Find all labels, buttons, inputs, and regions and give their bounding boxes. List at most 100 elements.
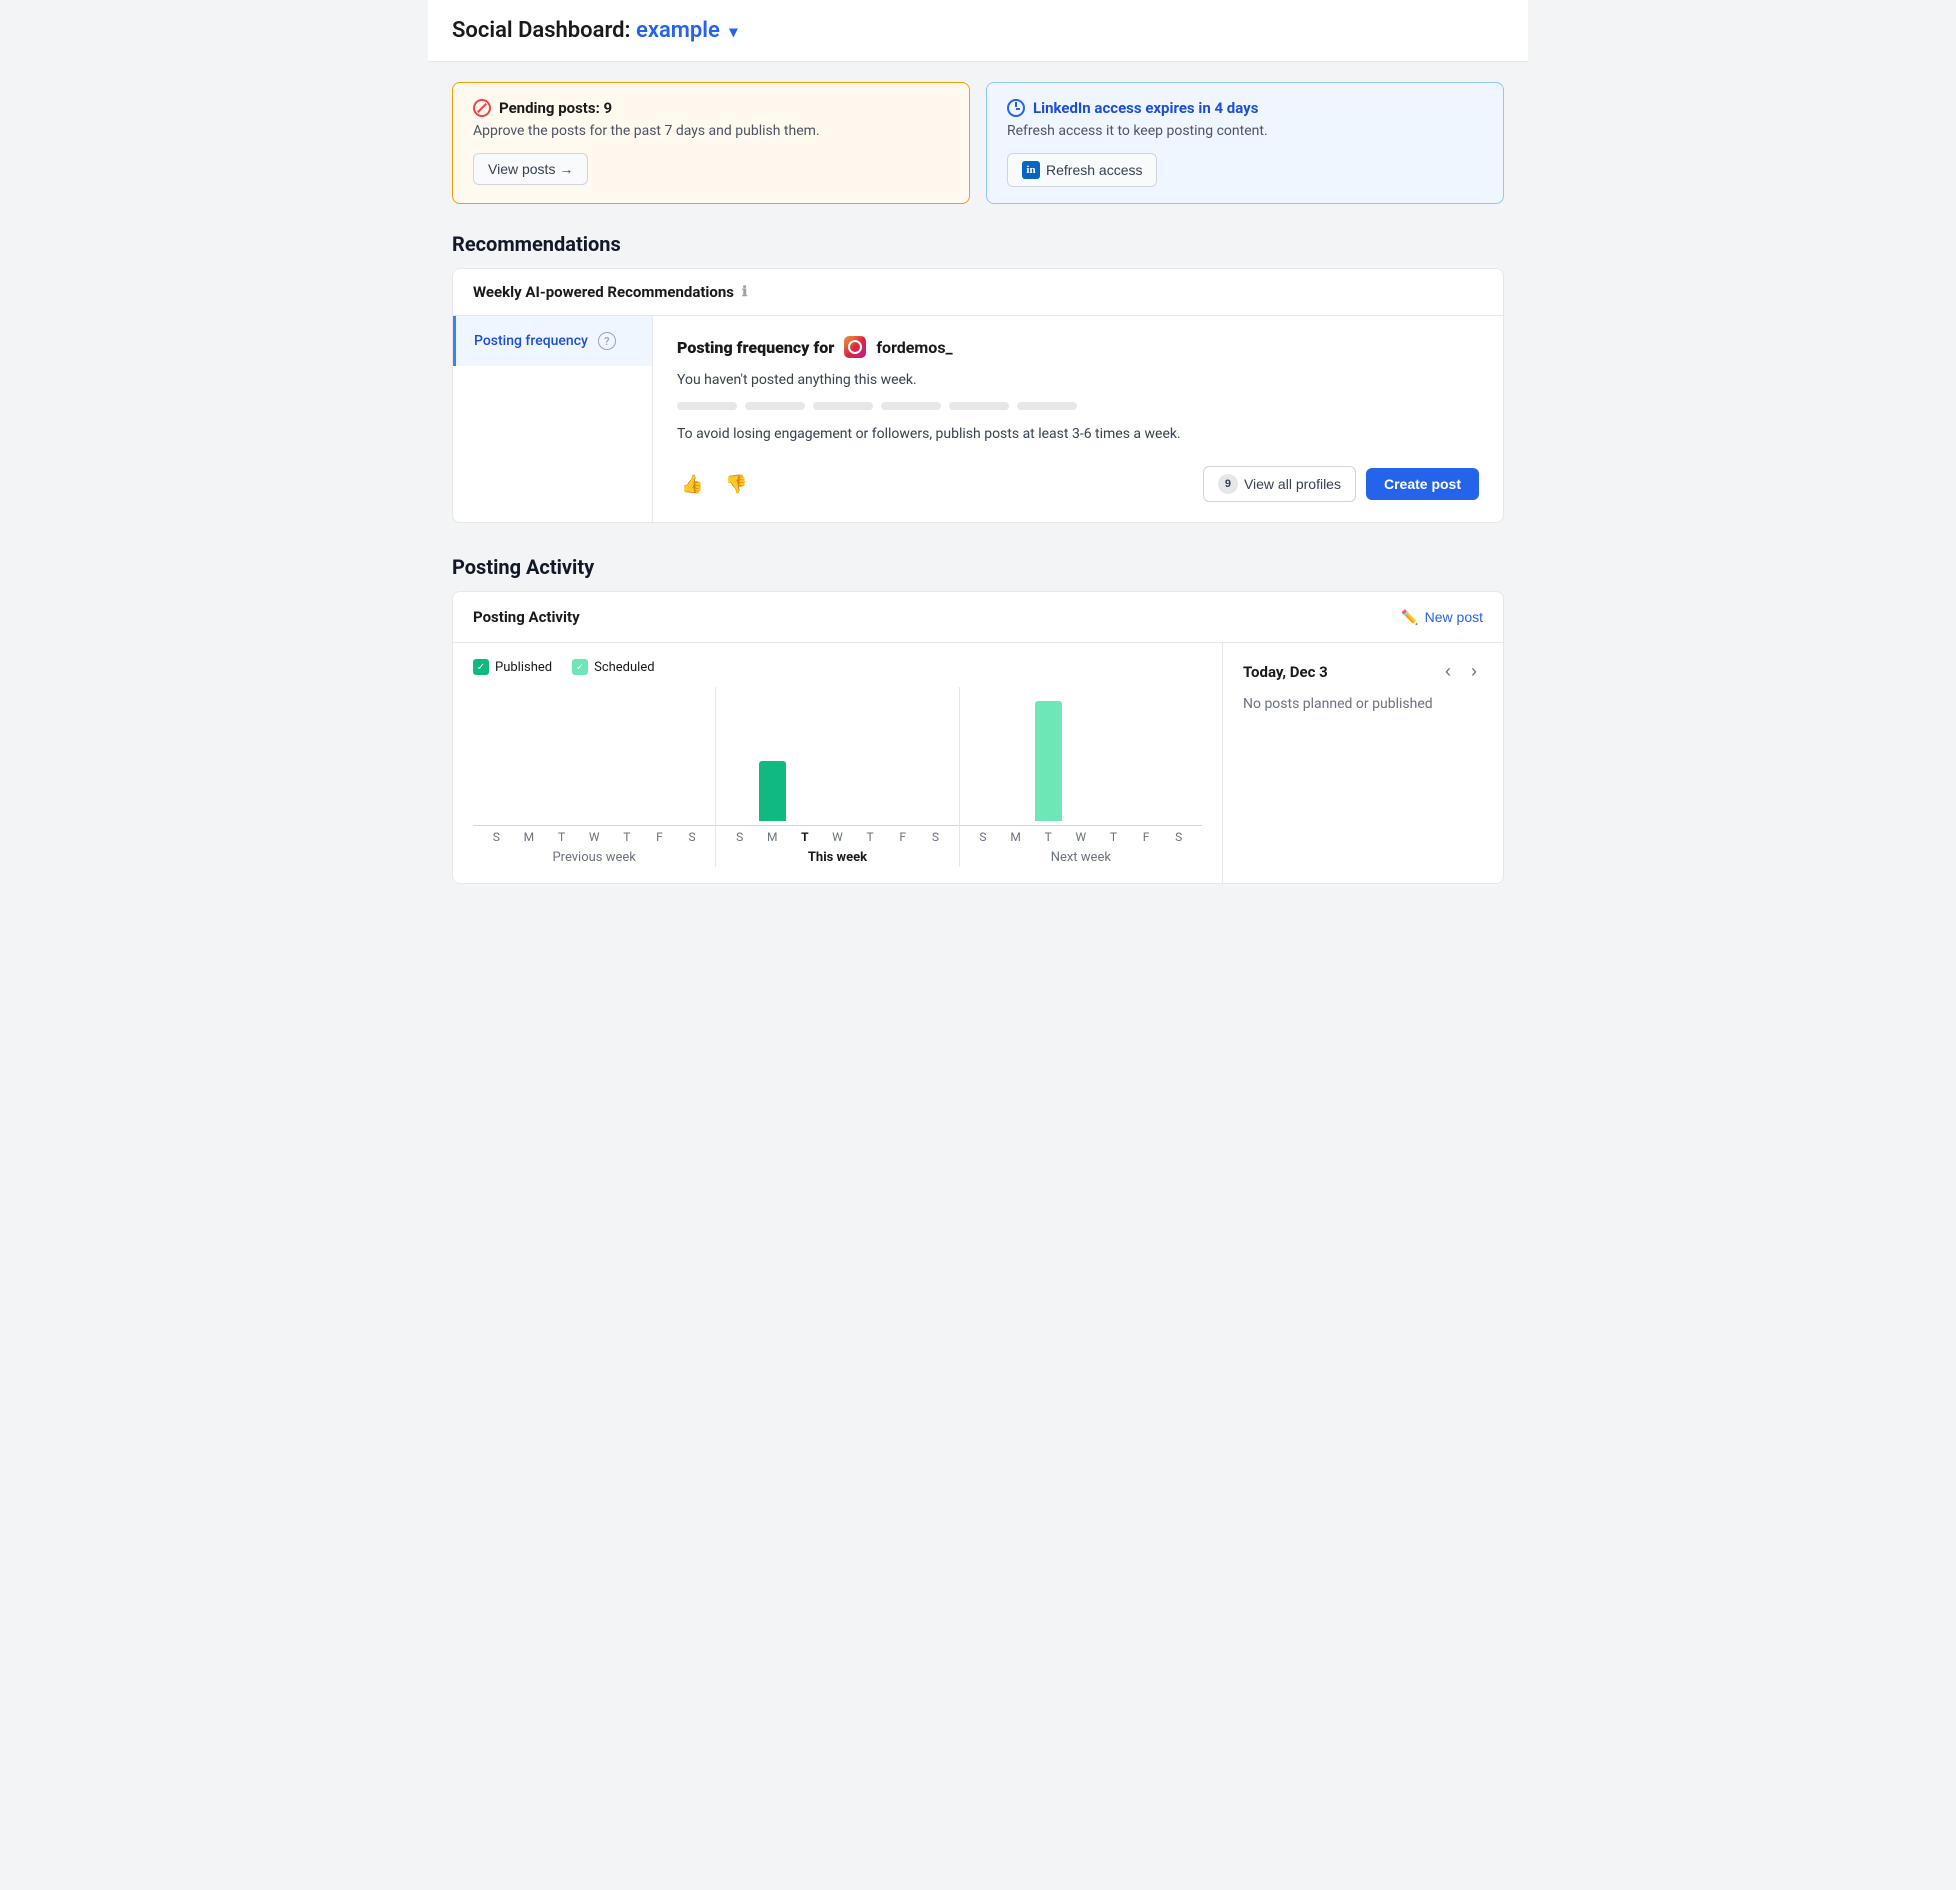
next-day-label-s1: S: [970, 830, 997, 844]
view-all-profiles-button[interactable]: 9 View all profiles: [1203, 466, 1356, 502]
rec-bars: [677, 402, 1479, 410]
prev-day-label-w: W: [581, 830, 608, 844]
question-circle-icon: ?: [598, 332, 616, 350]
rec-title-prefix: Posting frequency for: [677, 338, 834, 357]
rec-bar-4: [881, 402, 941, 410]
prev-day-button[interactable]: ‹: [1439, 659, 1457, 684]
rec-right-actions: 9 View all profiles Create post: [1203, 466, 1479, 502]
prev-day-label-m: M: [516, 830, 543, 844]
this-day-label-f: F: [889, 830, 916, 844]
published-check-icon: ✓: [473, 659, 489, 675]
activity-card: Posting Activity ✏️ New post ✓ Published…: [452, 591, 1504, 884]
prev-day-label-s1: S: [483, 830, 510, 844]
next-day-label-t1: T: [1035, 830, 1062, 844]
view-profiles-count: 9: [1218, 474, 1238, 494]
next-day-label-t2: T: [1100, 830, 1127, 844]
next-day-label-s2: S: [1165, 830, 1192, 844]
new-post-button[interactable]: ✏️ New post: [1401, 609, 1483, 626]
pending-posts-banner: Pending posts: 9 Approve the posts for t…: [452, 82, 970, 204]
sidebar-item-posting-frequency[interactable]: Posting frequency ?: [453, 316, 652, 366]
title-prefix: Social Dashboard:: [452, 18, 631, 43]
rec-bar-5: [949, 402, 1009, 410]
prev-week-label: Previous week: [473, 844, 715, 867]
linkedin-title-text: LinkedIn access expires in 4 days: [1033, 99, 1258, 117]
scheduled-check-icon: ✓: [572, 659, 588, 675]
rec-bar-6: [1017, 402, 1077, 410]
activity-body: ✓ Published ✓ Scheduled: [453, 643, 1503, 883]
title-chevron[interactable]: ▾: [729, 22, 737, 41]
prev-week-chart: S M T W T F S Previous week: [473, 687, 715, 867]
rec-bar-2: [745, 402, 805, 410]
recommendations-card: Weekly AI-powered Recommendations ℹ Post…: [452, 268, 1504, 523]
activity-card-title: Posting Activity: [473, 608, 580, 626]
prev-day-label-s2: S: [679, 830, 706, 844]
rec-bar-1: [677, 402, 737, 410]
recommendations-card-header: Weekly AI-powered Recommendations ℹ: [453, 269, 1503, 316]
create-post-button[interactable]: Create post: [1366, 468, 1479, 500]
pending-posts-desc: Approve the posts for the past 7 days an…: [473, 123, 949, 139]
next-day-label-f: F: [1133, 830, 1160, 844]
prev-week-bars: [473, 687, 715, 825]
rec-bar-3: [813, 402, 873, 410]
legend-scheduled: ✓ Scheduled: [572, 659, 654, 675]
this-week-days: S M T W T F S: [716, 825, 958, 844]
pencil-icon: ✏️: [1401, 609, 1418, 626]
prev-day-label-t1: T: [548, 830, 575, 844]
activity-date-title: Today, Dec 3: [1243, 663, 1328, 681]
posting-activity-section: Posting Activity Posting Activity ✏️ New…: [428, 547, 1528, 908]
rec-actions: 👍 👎 9 View all profiles Create post: [677, 466, 1479, 502]
banners-container: Pending posts: 9 Approve the posts for t…: [428, 62, 1528, 224]
this-day-label-w: W: [824, 830, 851, 844]
this-day-m: [759, 761, 786, 821]
linkedin-desc: Refresh access it to keep posting conten…: [1007, 123, 1483, 139]
this-week-bars: [716, 687, 958, 825]
pending-posts-title: Pending posts: 9: [473, 99, 949, 117]
activity-header: Posting Activity ✏️ New post: [453, 592, 1503, 643]
view-posts-button[interactable]: View posts →: [473, 153, 588, 185]
sidebar-item-label: Posting frequency: [474, 333, 588, 349]
linkedin-banner: LinkedIn access expires in 4 days Refres…: [986, 82, 1504, 204]
activity-chart-area: ✓ Published ✓ Scheduled: [453, 643, 1223, 883]
this-day-label-t1: T: [792, 830, 819, 844]
prev-day-label-t2: T: [613, 830, 640, 844]
this-day-label-m: M: [759, 830, 786, 844]
published-label: Published: [495, 660, 552, 675]
next-week-label: Next week: [960, 844, 1202, 867]
linkedin-icon: in: [1022, 161, 1040, 179]
new-post-label: New post: [1425, 609, 1483, 625]
rec-vote: 👍 👎: [677, 470, 752, 499]
prev-week-days: S M T W T F S: [473, 825, 715, 844]
thumbs-up-button[interactable]: 👍: [677, 470, 707, 499]
prev-day-label-f: F: [646, 830, 673, 844]
title-accent: example: [636, 18, 720, 43]
next-week-days: S M T W T F S: [960, 825, 1202, 844]
recommendations-card-title: Weekly AI-powered Recommendations: [473, 283, 734, 301]
charts-row: S M T W T F S Previous week: [473, 687, 1202, 867]
this-day-label-t2: T: [857, 830, 884, 844]
recommendations-heading: Recommendations: [428, 224, 1528, 268]
rec-content: Posting frequency for fordemos_ You have…: [653, 316, 1503, 522]
circle-slash-icon: [473, 99, 491, 117]
legend-published: ✓ Published: [473, 659, 552, 675]
info-icon[interactable]: ℹ: [742, 284, 747, 300]
refresh-access-button[interactable]: in Refresh access: [1007, 153, 1157, 187]
rec-no-post: You haven't posted anything this week.: [677, 372, 1479, 388]
this-week-chart: S M T W T F S This week: [715, 687, 958, 867]
linkedin-title: LinkedIn access expires in 4 days: [1007, 99, 1483, 117]
next-day-label-m: M: [1002, 830, 1029, 844]
recommendations-body: Posting frequency ? Posting frequency fo…: [453, 316, 1503, 522]
page-wrapper: Social Dashboard: example ▾ Pending post…: [428, 0, 1528, 908]
page-title: Social Dashboard: example ▾: [452, 18, 1504, 43]
thumbs-down-button[interactable]: 👎: [721, 470, 751, 499]
next-week-chart: S M T W T F S Next week: [959, 687, 1202, 867]
refresh-access-label: Refresh access: [1046, 162, 1142, 178]
rec-content-title: Posting frequency for fordemos_: [677, 336, 1479, 358]
next-week-bars: [960, 687, 1202, 825]
view-profiles-label: View all profiles: [1244, 476, 1341, 492]
pending-posts-title-text: Pending posts: 9: [499, 99, 612, 117]
next-day-t1: [1035, 701, 1062, 821]
this-week-label: This week: [716, 844, 958, 867]
view-posts-label: View posts →: [488, 161, 573, 177]
scheduled-label: Scheduled: [594, 660, 654, 675]
next-day-button[interactable]: ›: [1465, 659, 1483, 684]
